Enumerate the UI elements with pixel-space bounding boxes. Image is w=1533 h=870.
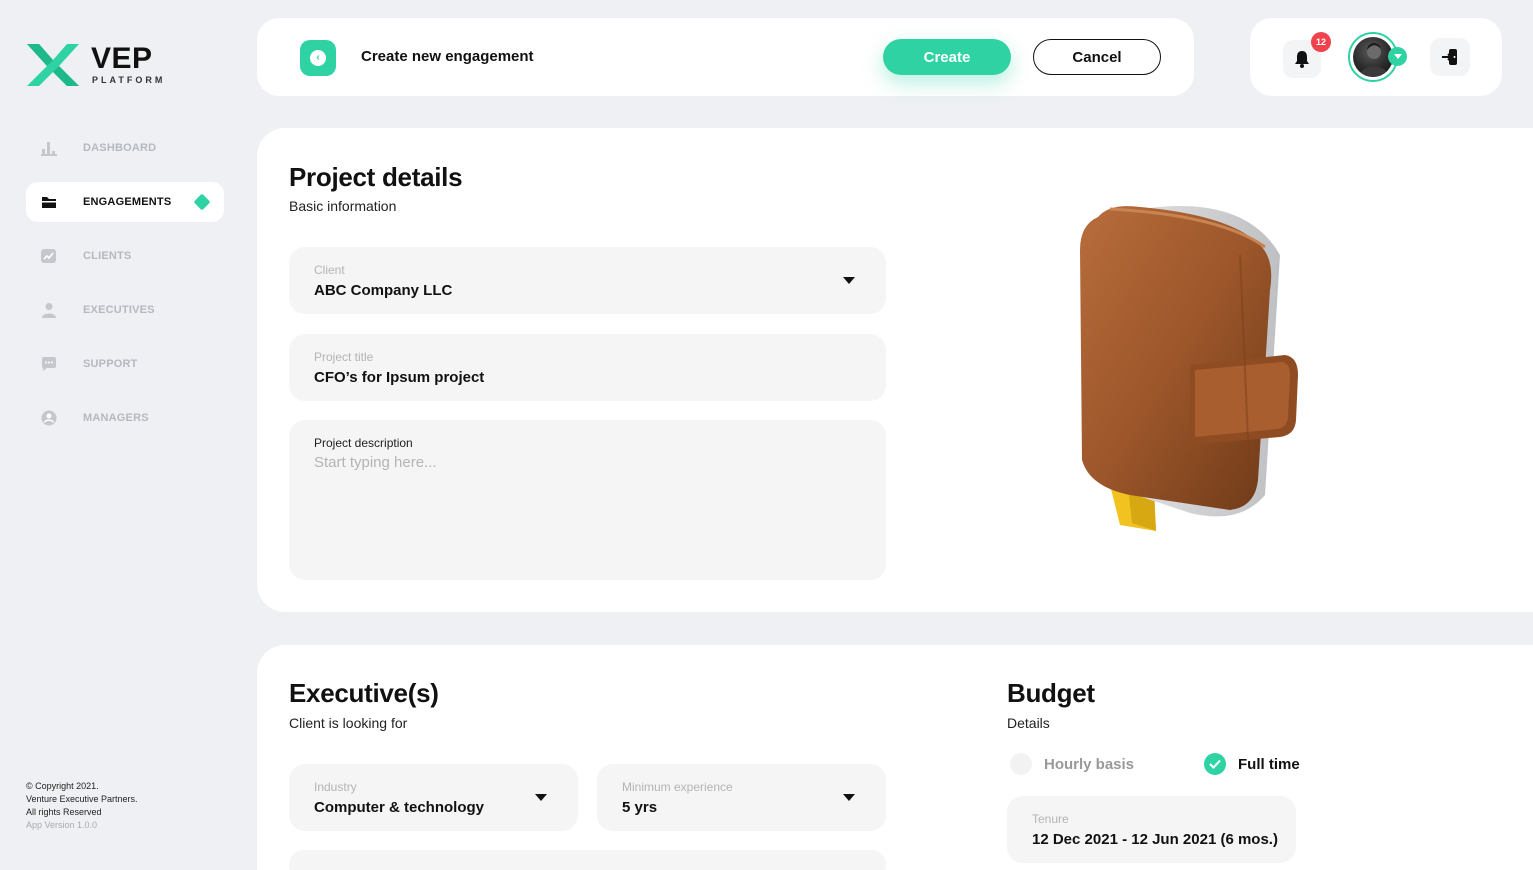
sidebar-item-label: SUPPORT [83,358,138,370]
planner-illustration [1080,206,1298,531]
account-icon [40,409,58,427]
section-title: Project details [289,162,463,192]
sidebar-item-label: MANAGERS [83,412,149,424]
user-menu-toggle[interactable] [1388,47,1407,66]
copyright-line: © Copyright 2021. [26,781,99,791]
section-title: Budget [1007,678,1095,708]
page-title: Create new engagement [361,48,534,65]
radio-hourly-basis[interactable]: Hourly basis [1010,753,1134,775]
sidebar-item-support[interactable]: SUPPORT [26,344,224,384]
topbar: ‹ Create new engagement Create Cancel [257,18,1194,96]
caret-down-icon [843,794,855,801]
sidebar-item-label: ENGAGEMENTS [83,196,172,208]
radio-full-time[interactable]: Full time [1204,753,1300,775]
person-icon [40,301,58,319]
user-photo [1353,37,1393,77]
user-toolbar: 12 [1250,18,1502,96]
check-icon [1204,753,1226,775]
bell-icon [1295,51,1309,68]
field-value: 5 yrs [622,799,658,816]
sidebar-item-label: DASHBOARD [83,142,157,154]
project-description-field[interactable]: Project description [289,420,886,580]
field-value: 12 Dec 2021 - 12 Jun 2021 (6 mos.) [1032,831,1278,848]
chevron-down-icon [1393,53,1402,59]
copyright-text: © Copyright 2021. Venture Executive Part… [26,780,138,832]
sidebar-item-engagements[interactable]: ENGAGEMENTS [26,182,224,222]
copyright-line: All rights Reserved [26,807,102,817]
caret-down-icon [843,277,855,284]
field-label: Project description [314,436,413,450]
client-select[interactable]: Client ABC Company LLC [289,247,886,314]
field-label: Industry [314,780,357,794]
section-subtitle: Details [1007,715,1050,731]
sidebar-item-managers[interactable]: MANAGERS [26,398,224,438]
caret-down-icon [535,794,547,801]
section-subtitle: Basic information [289,198,397,214]
chevron-left-icon: ‹ [310,50,326,66]
logout-button[interactable] [1430,38,1470,76]
project-title-field[interactable]: Project title CFO’s for Ipsum project [289,334,886,401]
industry-select[interactable]: Industry Computer & technology [289,764,578,831]
folder-icon [40,193,58,211]
field-value: Computer & technology [314,799,485,816]
field-value: ABC Company LLC [314,282,453,299]
brand-title: VEP [91,41,153,75]
brand-logo[interactable]: VEP PLATFORM [25,40,165,88]
field-label: Minimum experience [622,780,733,794]
experience-select[interactable]: Minimum experience 5 yrs [597,764,886,831]
cancel-button[interactable]: Cancel [1033,39,1161,75]
sidebar-item-clients[interactable]: CLIENTS [26,236,224,276]
field-label: Project title [314,350,374,364]
radio-label: Hourly basis [1044,755,1135,773]
sidebar-item-label: EXECUTIVES [83,304,155,316]
logout-icon [1442,49,1457,65]
section-subtitle: Client is looking for [289,715,408,731]
radio-unchecked-icon [1010,753,1032,775]
chat-icon [40,355,58,373]
chart-icon [40,139,58,157]
app-version: App Version 1.0.0 [26,820,98,830]
additional-field[interactable] [289,850,886,870]
active-indicator-icon [193,193,211,211]
clients-icon [40,247,58,265]
vep-logo-icon [27,44,79,86]
field-value: CFO’s for Ipsum project [314,369,485,386]
project-details-card: Project details Basic information Client… [257,128,1533,612]
notification-count-badge: 12 [1311,32,1331,52]
brand-subtitle: PLATFORM [92,74,166,85]
sidebar-nav: DASHBOARD ENGAGEMENTS CLIENTS EXECUTIVES… [26,128,224,452]
project-description-input[interactable] [314,454,854,574]
sidebar-item-executives[interactable]: EXECUTIVES [26,290,224,330]
executives-budget-card: Executive(s) Client is looking for Indus… [257,645,1533,870]
sidebar-item-dashboard[interactable]: DASHBOARD [26,128,224,168]
field-label: Client [314,263,345,277]
back-button[interactable]: ‹ [300,40,336,76]
copyright-line: Venture Executive Partners. [26,794,138,804]
tenure-field[interactable]: Tenure 12 Dec 2021 - 12 Jun 2021 (6 mos.… [1007,796,1296,863]
field-label: Tenure [1032,812,1069,826]
create-button[interactable]: Create [883,39,1011,75]
section-title: Executive(s) [289,678,439,708]
radio-label: Full time [1238,755,1300,773]
sidebar-item-label: CLIENTS [83,250,132,262]
